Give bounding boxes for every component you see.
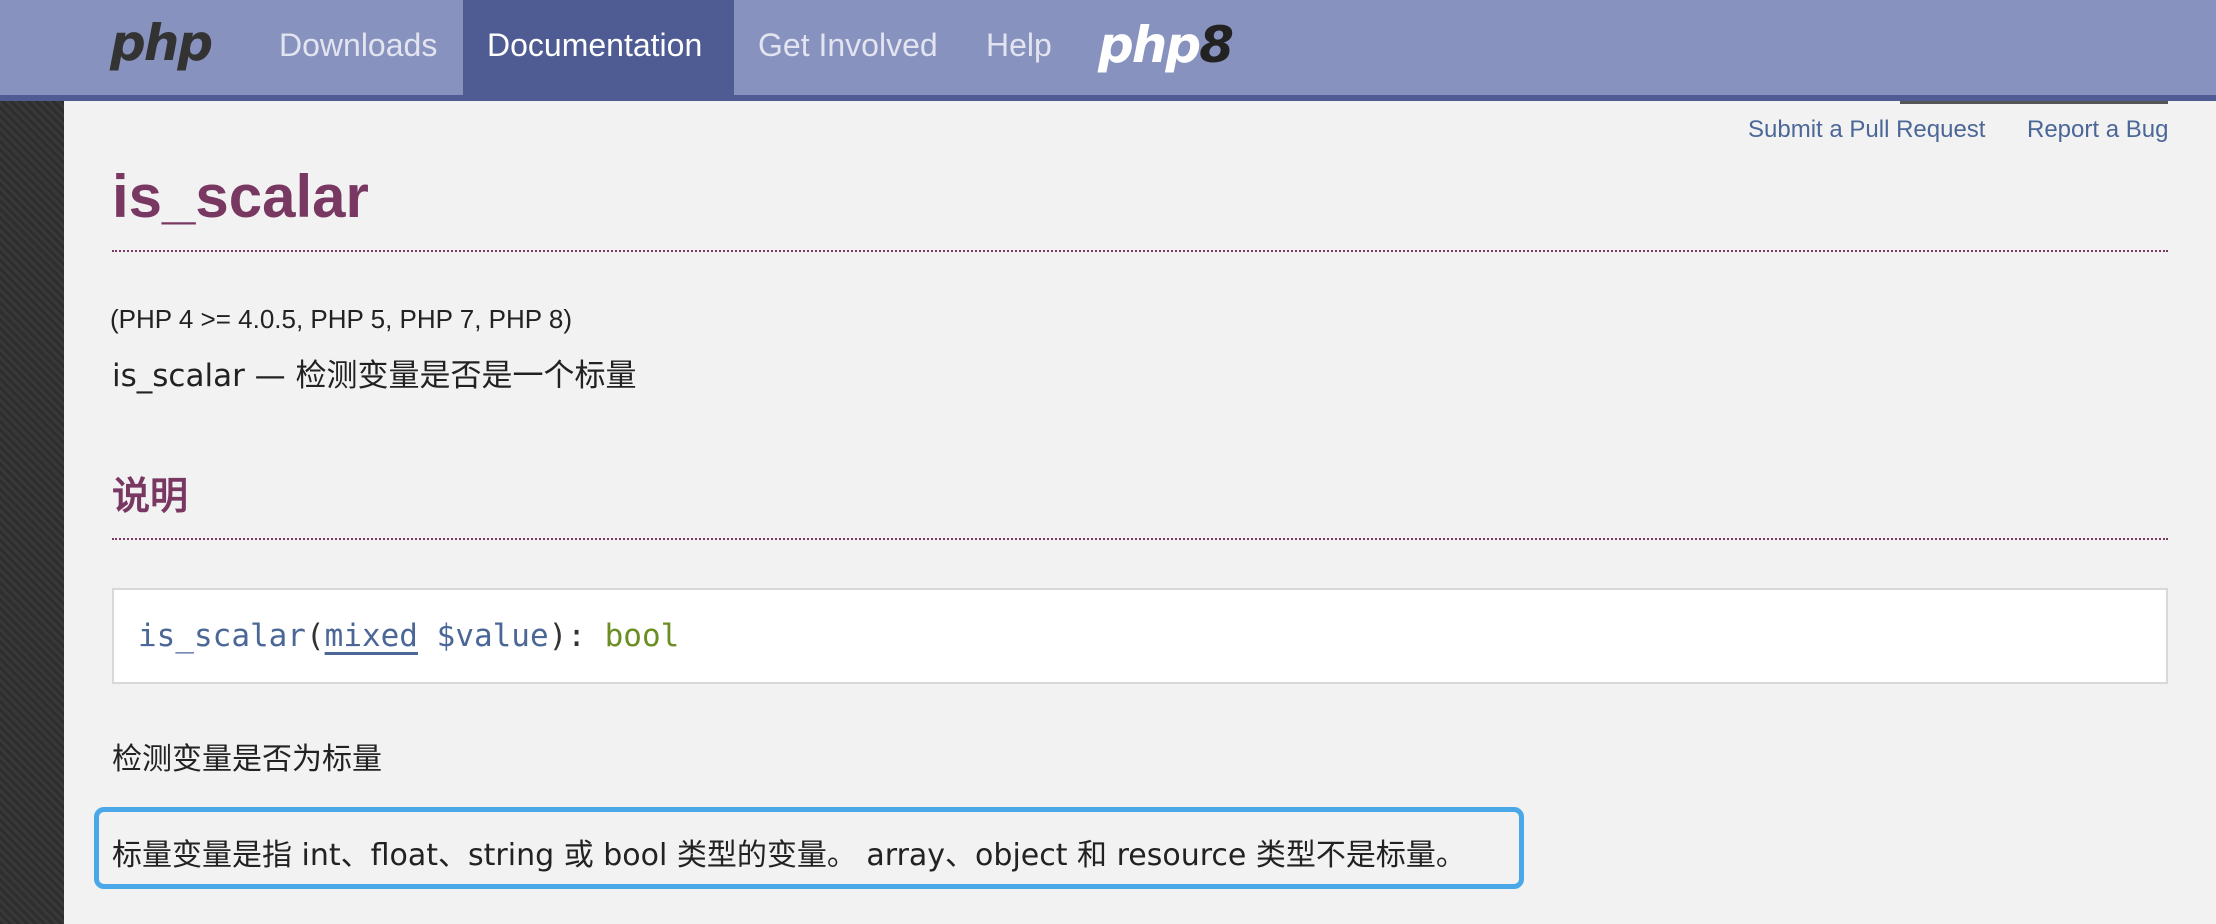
nav-get-involved[interactable]: Get Involved <box>734 0 962 95</box>
synopsis-open-paren: ( <box>305 618 325 654</box>
nav-downloads[interactable]: Downloads <box>255 0 461 95</box>
synopsis-close: ): <box>548 618 605 654</box>
synopsis-param-type-link[interactable]: mixed <box>325 618 418 654</box>
php8-logo-text: php <box>1098 16 1201 74</box>
scalar-definition-paragraph: 标量变量是指 int、float、string 或 bool 类型的变量。 ar… <box>112 838 1466 873</box>
synopsis-return-type: bool <box>604 618 680 654</box>
report-bug-link[interactable]: Report a Bug <box>2027 116 2168 144</box>
submit-pull-request-link[interactable]: Submit a Pull Request <box>1748 116 1985 144</box>
section-heading-description: 说明 <box>112 474 189 518</box>
synopsis-function-name: is_scalar <box>138 618 306 654</box>
nav-documentation[interactable]: Documentation <box>463 0 734 95</box>
php8-logo[interactable]: php8 <box>1098 16 1234 74</box>
change-language-edge <box>1900 101 2168 104</box>
section-divider <box>112 538 2168 540</box>
php-logo[interactable]: php <box>110 14 213 72</box>
page-title: is_scalar <box>112 163 369 230</box>
title-divider <box>112 250 2168 252</box>
nav-help[interactable]: Help <box>962 0 1076 95</box>
synopsis-param-name: $value <box>436 618 549 654</box>
description-paragraph: 检测变量是否为标量 <box>112 742 382 777</box>
top-navbar: php Downloads Documentation Get Involved… <box>0 0 2216 101</box>
version-info: (PHP 4 >= 4.0.5, PHP 5, PHP 7, PHP 8) <box>110 304 572 334</box>
ref-purpose: is_scalar — 检测变量是否是一个标量 <box>112 358 637 394</box>
php8-logo-number: 8 <box>1199 16 1234 74</box>
method-synopsis: is_scalar(mixed $value): bool <box>112 588 2168 684</box>
left-sidebar-stripe <box>0 101 64 924</box>
